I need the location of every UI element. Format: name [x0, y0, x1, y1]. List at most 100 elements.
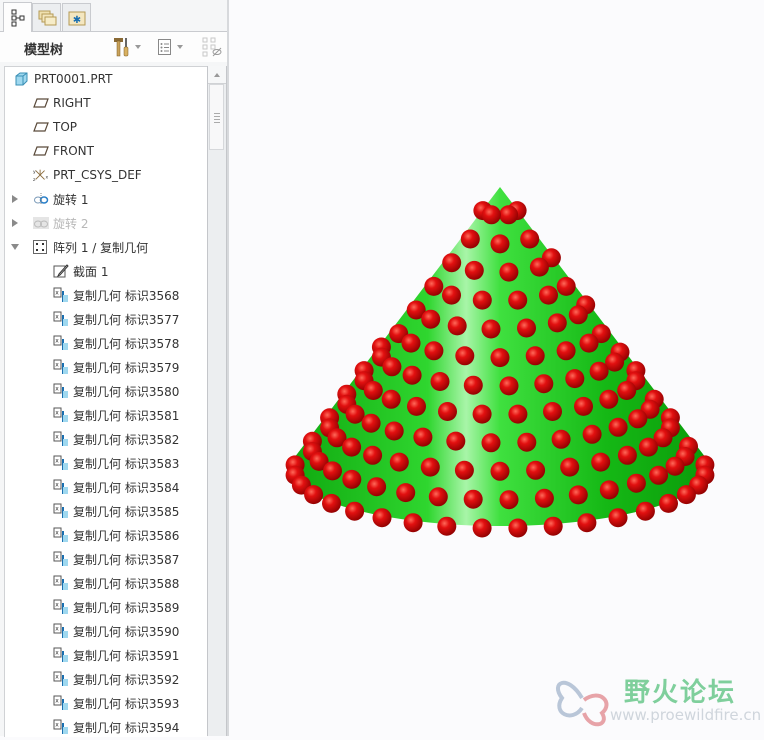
collapse-arrow-icon[interactable] — [11, 244, 19, 250]
model-tree-tab[interactable] — [3, 2, 32, 32]
sphere — [345, 501, 365, 521]
sphere — [304, 485, 324, 505]
favorites-tab[interactable]: ✱ — [62, 3, 91, 31]
butterfly-logo-icon — [555, 680, 609, 727]
copy-geom-icon: x — [53, 287, 69, 303]
copy-geom-icon: x — [53, 623, 69, 639]
tree-item-copy-geometry[interactable]: x 复制几何 标识3568 — [53, 283, 179, 307]
tree-item-copy-geometry[interactable]: x 复制几何 标识3591 — [53, 643, 179, 667]
svg-text:x: x — [55, 458, 59, 465]
model-scene — [285, 187, 715, 538]
tree-item-copy-geometry[interactable]: x 复制几何 标识3587 — [53, 547, 179, 571]
revolve-icon — [33, 215, 49, 231]
expand-arrow-icon[interactable] — [12, 195, 18, 203]
tree-item-copy-geometry[interactable]: x 复制几何 标识3588 — [53, 571, 179, 595]
scroll-thumb[interactable] — [209, 84, 224, 150]
tree-item-copy-geometry[interactable]: x 复制几何 标识3582 — [53, 427, 179, 451]
copy-geom-icon: x — [53, 647, 69, 663]
navigator-tabs: ✱ — [0, 0, 228, 32]
tree-item-copy-geometry[interactable]: x 复制几何 标识3578 — [53, 331, 179, 355]
tree-item-label: 复制几何 标识3594 — [73, 720, 180, 735]
svg-text:x: x — [55, 722, 59, 729]
sphere — [676, 485, 696, 505]
tree-item-copy-geometry[interactable]: x 复制几何 标识3584 — [53, 475, 179, 499]
tree-item-3[interactable]: FRONT — [33, 139, 94, 163]
sphere — [401, 333, 421, 353]
tree-item-7[interactable]: 阵列 1 / 复制几何 — [11, 235, 148, 259]
sphere — [481, 319, 501, 339]
tree-item-copy-geometry[interactable]: x 复制几何 标识3593 — [53, 691, 179, 715]
sphere — [481, 433, 501, 453]
show-button[interactable] — [157, 36, 183, 58]
sphere — [508, 290, 528, 310]
part-icon — [14, 71, 30, 87]
sphere — [547, 313, 567, 333]
hammer-screwdriver-icon — [114, 38, 129, 57]
grip-line — [214, 119, 220, 120]
star-folder-icon: ✱ — [68, 11, 85, 26]
sphere — [481, 205, 501, 225]
svg-text:x: x — [55, 338, 59, 345]
tree-item-label: 复制几何 标识3568 — [73, 288, 180, 303]
tree-item-copy-geometry[interactable]: x 复制几何 标识3586 — [53, 523, 179, 547]
sphere — [649, 465, 669, 485]
tree-icon — [11, 9, 24, 26]
sphere — [361, 413, 381, 433]
tree-item-copy-geometry[interactable]: x 复制几何 标识3581 — [53, 403, 179, 427]
sphere — [384, 421, 404, 441]
sphere — [556, 276, 576, 296]
tree-item-copy-geometry[interactable]: x 复制几何 标识3594 — [53, 715, 179, 737]
tree-item-label: 复制几何 标识3590 — [73, 624, 180, 639]
sphere — [589, 361, 609, 381]
sphere — [665, 456, 685, 476]
scroll-up-button[interactable] — [208, 66, 226, 84]
sphere — [472, 290, 492, 310]
tree-item-copy-geometry[interactable]: x 复制几何 标识3589 — [53, 595, 179, 619]
tree-item-copy-geometry[interactable]: x 复制几何 标识3579 — [53, 355, 179, 379]
tree-item-copy-geometry[interactable]: x 复制几何 标识3590 — [53, 619, 179, 643]
sphere — [437, 516, 457, 536]
svg-text:x: x — [55, 434, 59, 441]
tree-item-label: 复制几何 标识3584 — [73, 480, 180, 495]
folders-icon — [38, 10, 56, 25]
tree-item-root[interactable]: PRT0001.PRT — [14, 67, 112, 91]
expand-arrow-icon[interactable] — [12, 219, 18, 227]
copy-geom-icon: x — [53, 575, 69, 591]
tree-scrollbar[interactable] — [207, 66, 227, 736]
sphere — [608, 508, 628, 528]
sphere — [579, 333, 599, 353]
svg-text:x: x — [55, 410, 59, 417]
sphere — [424, 341, 444, 361]
sphere — [577, 513, 597, 533]
tree-filter-button[interactable] — [201, 36, 223, 58]
tree-item-copy-geometry[interactable]: x 复制几何 标识3580 — [53, 379, 179, 403]
tree-item-6[interactable]: 旋转 2 — [12, 211, 88, 235]
tree-item-5[interactable]: 旋转 1 — [12, 187, 88, 211]
sphere — [508, 404, 528, 424]
tree-item-8[interactable]: 截面 1 — [53, 259, 108, 283]
tree-item-copy-geometry[interactable]: x 复制几何 标识3592 — [53, 667, 179, 691]
tree-item-label: 截面 1 — [73, 264, 109, 279]
sphere — [381, 389, 401, 409]
grip-line — [214, 122, 220, 123]
copy-geom-icon: x — [53, 311, 69, 327]
tree-item-label: 复制几何 标识3589 — [73, 600, 180, 615]
tree-item-copy-geometry[interactable]: x 复制几何 标识3585 — [53, 499, 179, 523]
svg-text:x: x — [55, 674, 59, 681]
sphere — [367, 477, 387, 497]
tree-filter-icon — [202, 37, 222, 57]
sphere — [543, 516, 563, 536]
graphics-viewport[interactable]: 野火论坛 www.proewildfire.cn — [229, 0, 764, 736]
settings-button[interactable] — [113, 36, 141, 58]
folder-browser-tab[interactable] — [32, 3, 61, 31]
tree-item-label: 复制几何 标识3581 — [73, 408, 180, 423]
tree-item-copy-geometry[interactable]: x 复制几何 标识3577 — [53, 307, 179, 331]
sphere — [529, 257, 549, 277]
tree-item-2[interactable]: TOP — [33, 115, 77, 139]
tree-item-4[interactable]: y z x PRT_CSYS_DEF — [33, 163, 142, 187]
tree-item-copy-geometry[interactable]: x 复制几何 标识3583 — [53, 451, 179, 475]
tree-item-1[interactable]: RIGHT — [33, 91, 91, 115]
sketch-icon — [53, 263, 69, 279]
sphere — [517, 318, 536, 338]
sphere — [551, 429, 571, 449]
